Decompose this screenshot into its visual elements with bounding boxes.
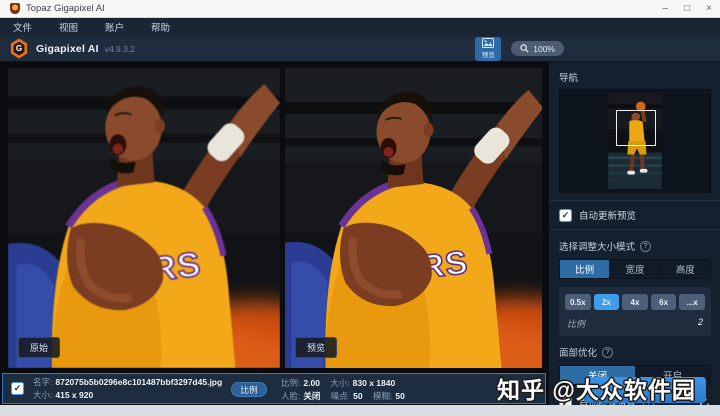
image-icon — [482, 38, 494, 48]
original-image — [8, 68, 280, 368]
file-size-label: 大小: — [33, 390, 52, 400]
file-checkbox[interactable]: ✓ — [11, 382, 24, 395]
scale-caption: 比例 — [567, 317, 585, 330]
stat-scale-value: 2.00 — [303, 378, 320, 388]
divider — [549, 200, 720, 201]
file-scale-button[interactable]: 比例 — [231, 382, 267, 397]
preview-toggle-button[interactable]: 预览 — [475, 37, 501, 61]
preview-badge: 预览 — [295, 337, 337, 358]
preview-image — [285, 68, 542, 368]
menu-help[interactable]: 帮助 — [151, 20, 170, 34]
menu-account[interactable]: 账户 — [105, 20, 124, 34]
file-name-label: 名字: — [33, 377, 52, 387]
help-icon[interactable]: ? — [602, 347, 613, 358]
tab-height[interactable]: 高度 — [661, 260, 710, 278]
navigation-panel[interactable] — [559, 89, 711, 193]
stat-blur-label: 模糊: — [373, 391, 392, 401]
preview-button-label: 预览 — [482, 49, 495, 59]
scale-value: 2 — [698, 317, 703, 330]
file-size-value: 415 x 920 — [55, 390, 93, 400]
zoom-control[interactable]: 100% — [511, 41, 564, 56]
desktop-background — [0, 405, 720, 416]
stat-outsize-value: 830 x 1840 — [353, 378, 396, 388]
app-version: v4.9.3.2 — [105, 44, 135, 54]
original-badge: 原始 — [18, 337, 60, 358]
menu-view[interactable]: 视图 — [59, 20, 78, 34]
logo-letter: G — [13, 42, 25, 56]
help-icon[interactable]: ? — [640, 241, 651, 252]
scale-05x-button[interactable]: 0.5x — [565, 294, 591, 310]
tab-scale[interactable]: 比例 — [560, 260, 610, 278]
maximize-icon[interactable]: □ — [684, 2, 690, 16]
file-row[interactable]: ✓ 名字:872075b5b0296e8c101487bbf3297d45.jp… — [2, 373, 546, 404]
stat-noise-label: 噪点: — [331, 391, 350, 401]
titlebar: Topaz Gigapixel AI – □ × — [0, 0, 720, 18]
face-refine-title: 面部优化 — [559, 345, 597, 359]
scale-4x-button[interactable]: 4x — [622, 294, 648, 310]
window-title: Topaz Gigapixel AI — [26, 3, 105, 14]
scale-panel: 0.5x 2x 4x 6x ...x 比例 2 — [559, 287, 711, 336]
zoom-value: 100% — [533, 44, 555, 54]
file-name-value: 872075b5b0296e8c101487bbf3297d45.jpg — [55, 377, 222, 387]
screen: Topaz Gigapixel AI – □ × 文件 视图 账户 帮助 G G… — [0, 0, 720, 416]
scale-custom-button[interactable]: ...x — [679, 294, 705, 310]
app-shield-icon — [10, 3, 20, 14]
navigation-title: 导航 — [559, 70, 710, 84]
stat-scale-label: 比例: — [281, 378, 300, 388]
menu-file[interactable]: 文件 — [13, 20, 32, 34]
settings-sidebar: 导航 ✓ 自动更新预览 选择调整大小模式 ? 比例 宽度 — [548, 62, 720, 405]
scale-6x-button[interactable]: 6x — [651, 294, 677, 310]
navigation-viewport-rect[interactable] — [616, 110, 656, 146]
resize-mode-title: 选择调整大小模式 — [559, 239, 635, 253]
auto-update-label: 自动更新预览 — [579, 208, 636, 222]
stat-noise-value: 50 — [353, 391, 362, 401]
image-canvas: 原始 预览 — [0, 62, 548, 405]
gigapixel-logo-icon: G — [10, 39, 28, 59]
divider — [549, 229, 720, 230]
tab-width[interactable]: 宽度 — [610, 260, 660, 278]
menubar: 文件 视图 账户 帮助 — [0, 18, 720, 36]
toolbar: G Gigapixel AI v4.9.3.2 预览 100% — [0, 36, 720, 62]
minimize-icon[interactable]: – — [663, 2, 669, 16]
scale-2x-button[interactable]: 2x — [594, 294, 620, 310]
stat-blur-value: 50 — [395, 391, 404, 401]
stat-face-value: 关闭 — [303, 391, 320, 401]
resize-mode-tabs: 比例 宽度 高度 — [559, 259, 711, 279]
original-image-pane[interactable]: 原始 — [8, 68, 280, 368]
watermark: 知乎 @大众软件园 — [497, 371, 696, 405]
auto-update-checkbox[interactable]: ✓ — [559, 209, 572, 222]
close-icon[interactable]: × — [706, 2, 712, 16]
magnifier-icon — [520, 44, 529, 53]
app-name: Gigapixel AI — [36, 43, 99, 55]
app-window: Topaz Gigapixel AI – □ × 文件 视图 账户 帮助 G G… — [0, 0, 720, 405]
stat-face-label: 人脸: — [281, 391, 300, 401]
stat-outsize-label: 大小: — [330, 378, 349, 388]
preview-image-pane[interactable]: 预览 — [285, 68, 542, 368]
main-area: 原始 预览 导航 ✓ 自动更新预览 — [0, 62, 720, 405]
